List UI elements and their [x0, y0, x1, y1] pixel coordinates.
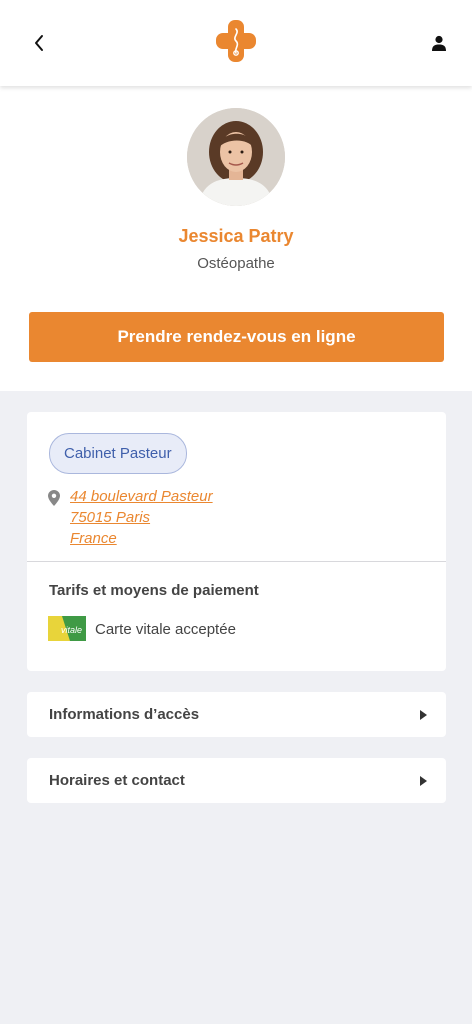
caret-right-icon [420, 775, 427, 786]
divider [27, 561, 446, 562]
carte-vitale-logo: vitale [48, 616, 86, 641]
top-navigation-bar [0, 0, 472, 86]
map-pin-icon [48, 490, 60, 506]
practitioner-specialty: Ostéopathe [197, 255, 275, 272]
hours-contact-row[interactable]: Horaires et contact [27, 758, 446, 803]
practitioner-profile: Jessica Patry Ostéopathe Prendre rendez-… [0, 86, 472, 391]
book-appointment-button[interactable]: Prendre rendez-vous en ligne [29, 312, 444, 362]
address-line-city[interactable]: 75015 Paris [70, 509, 150, 526]
address-line-street[interactable]: 44 boulevard Pasteur [70, 488, 213, 505]
address-line-country[interactable]: France [70, 530, 117, 547]
user-account-button[interactable] [426, 30, 452, 56]
back-button[interactable] [26, 30, 52, 56]
location-card: Cabinet Pasteur 44 boulevard Pasteur 750… [27, 412, 446, 671]
cabinet-chip[interactable]: Cabinet Pasteur [49, 433, 187, 474]
access-info-label: Informations d’accès [49, 706, 200, 723]
chevron-left-icon [35, 35, 43, 51]
user-icon [432, 35, 446, 51]
caret-right-icon [420, 709, 427, 720]
practitioner-name: Jessica Patry [178, 226, 294, 246]
payment-section-title: Tarifs et moyens de paiement [49, 582, 259, 599]
access-info-row[interactable]: Informations d’accès [27, 692, 446, 737]
avatar [187, 108, 285, 206]
medical-cross-logo[interactable] [216, 20, 256, 62]
svg-text:vitale: vitale [61, 625, 82, 635]
carte-vitale-label: Carte vitale acceptée [95, 621, 236, 638]
hours-contact-label: Horaires et contact [49, 772, 185, 789]
